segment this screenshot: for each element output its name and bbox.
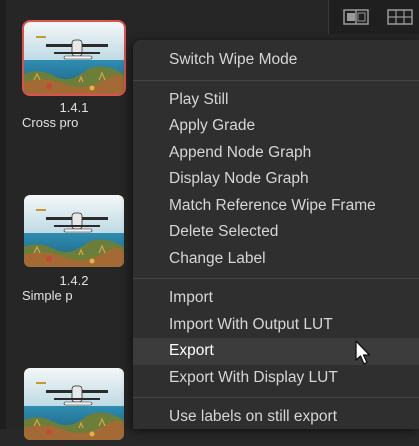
context-menu: Switch Wipe Mode Play Still Apply Grade App… bbox=[133, 40, 419, 429]
still-item[interactable] bbox=[22, 366, 126, 446]
grid-view-icon[interactable] bbox=[387, 9, 413, 25]
menu-item-match-reference-wipe-frame[interactable]: Match Reference Wipe Frame bbox=[133, 193, 419, 220]
still-thumbnail[interactable] bbox=[22, 20, 126, 96]
menu-item-import[interactable]: Import bbox=[133, 285, 419, 312]
panel-edge bbox=[0, 0, 6, 429]
still-thumbnail[interactable] bbox=[22, 366, 126, 442]
still-item[interactable]: 1.4.1 Cross pro bbox=[22, 20, 126, 130]
still-label: Cross pro bbox=[22, 115, 79, 130]
menu-separator bbox=[133, 278, 419, 279]
menu-item-change-label[interactable]: Change Label bbox=[133, 246, 419, 273]
menu-separator bbox=[133, 79, 419, 81]
still-thumbnail[interactable] bbox=[22, 193, 126, 269]
menu-item-switch-wipe-mode[interactable]: Switch Wipe Mode bbox=[133, 47, 419, 74]
menu-item-append-node-graph[interactable]: Append Node Graph bbox=[133, 140, 419, 167]
menu-item-play-still[interactable]: Play Still bbox=[133, 87, 419, 114]
still-number: 1.4.2 bbox=[59, 273, 89, 288]
menu-item-delete-selected[interactable]: Delete Selected bbox=[133, 219, 419, 246]
menu-item-import-with-output-lut[interactable]: Import With Output LUT bbox=[133, 312, 419, 339]
still-item[interactable]: 1.4.2 Simple p bbox=[22, 193, 126, 303]
view-toolbar bbox=[328, 0, 419, 34]
menu-item-apply-grade[interactable]: Apply Grade bbox=[133, 113, 419, 140]
menu-separator bbox=[133, 397, 419, 398]
menu-item-display-node-graph[interactable]: Display Node Graph bbox=[133, 166, 419, 193]
menu-item-export[interactable]: Export bbox=[133, 338, 419, 365]
menu-item-export-with-display-lut[interactable]: Export With Display LUT bbox=[133, 365, 419, 392]
menu-item-use-labels-on-still-export[interactable]: Use labels on still export bbox=[133, 404, 419, 429]
split-view-icon[interactable] bbox=[343, 9, 369, 25]
still-number: 1.4.1 bbox=[59, 100, 89, 115]
still-label: Simple p bbox=[22, 288, 73, 303]
mouse-pointer-icon bbox=[354, 340, 372, 366]
